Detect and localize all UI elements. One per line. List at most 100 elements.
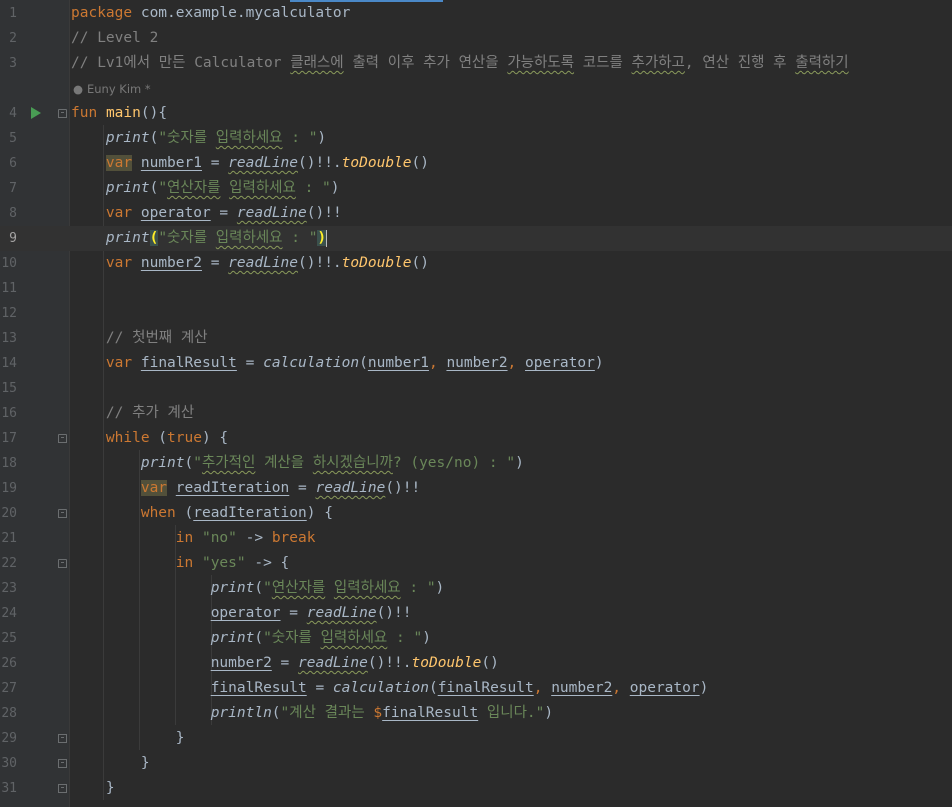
code-line[interactable]: 5 print("숫자를 입력하세요 : ")	[0, 126, 952, 151]
code-line[interactable]: 26 number2 = readLine()!!.toDouble()	[0, 651, 952, 676]
line-number: 31	[1, 781, 17, 796]
line-number: 1	[9, 6, 17, 21]
code-line[interactable]: 23 print("연산자를 입력하세요 : ")	[0, 576, 952, 601]
code-line[interactable]: 21 in "no" -> break	[0, 526, 952, 551]
line-number: 29	[1, 731, 17, 746]
line-number: 14	[1, 356, 17, 371]
line-number: 23	[1, 581, 17, 596]
line-number: 26	[1, 656, 17, 671]
line-number: 16	[1, 406, 17, 421]
fold-icon[interactable]	[58, 784, 67, 793]
code-line[interactable]: 16 // 추가 계산	[0, 401, 952, 426]
author-name: Euny Kim *	[87, 82, 151, 96]
text-cursor	[326, 229, 328, 247]
keyword: in	[175, 530, 194, 546]
code-line[interactable]: 8 var operator = readLine()!!	[0, 201, 952, 226]
variable: finalResult	[210, 680, 307, 696]
fold-icon[interactable]	[58, 509, 67, 518]
line-number: 13	[1, 331, 17, 346]
line-number: 17	[1, 431, 17, 446]
line-number: 21	[1, 531, 17, 546]
line-number: 30	[1, 756, 17, 771]
code-line[interactable]: 25 print("숫자를 입력하세요 : ")	[0, 626, 952, 651]
author-hint[interactable]: ● Euny Kim *	[73, 77, 151, 102]
line-number: 10	[1, 256, 17, 271]
keyword: var	[105, 205, 133, 221]
line-number: 15	[1, 381, 17, 396]
code-line[interactable]: 28 println("계산 결과는 $finalResult 입니다.")	[0, 701, 952, 726]
code-line[interactable]: 14 var finalResult = calculation(number1…	[0, 351, 952, 376]
line-number: 4	[9, 106, 17, 121]
code-line[interactable]: 30 }	[0, 751, 952, 776]
code-line[interactable]: 7 print("연산자를 입력하세요 : ")	[0, 176, 952, 201]
run-icon[interactable]	[31, 107, 41, 119]
code-line[interactable]: 31 }	[0, 776, 952, 801]
keyword: var	[105, 255, 133, 271]
code-line[interactable]: 19 var readIteration = readLine()!!	[0, 476, 952, 501]
keyword: fun	[71, 105, 98, 121]
matched-paren: )	[317, 230, 327, 246]
comment: // 추가 계산	[105, 405, 195, 421]
line-number: 24	[1, 606, 17, 621]
code-line[interactable]: 18 print("추가적인 계산을 하시겠습니까? (yes/no) : ")	[0, 451, 952, 476]
line-number: 19	[1, 481, 17, 496]
line-number: 6	[9, 156, 17, 171]
code-line[interactable]: 6 var number1 = readLine()!!.toDouble()	[0, 151, 952, 176]
keyword: var	[105, 355, 133, 371]
line-number: 22	[1, 556, 17, 571]
fold-icon[interactable]	[58, 734, 67, 743]
line-number: 9	[9, 231, 17, 246]
variable: number2	[210, 655, 272, 671]
line-number: 25	[1, 631, 17, 646]
fold-icon[interactable]	[58, 109, 67, 118]
keyword: when	[140, 505, 176, 521]
line-number: 11	[1, 281, 17, 296]
variable: number1	[140, 155, 202, 171]
code-line[interactable]: 3 // Lv1에서 만든 Calculator 클래스에 출력 이후 추가 연…	[0, 51, 952, 76]
line-number: 28	[1, 706, 17, 721]
code-line[interactable]: 11	[0, 276, 952, 301]
code-line[interactable]: 10 var number2 = readLine()!!.toDouble()	[0, 251, 952, 276]
code-line[interactable]: 13 // 첫번째 계산	[0, 326, 952, 351]
fold-icon[interactable]	[58, 434, 67, 443]
line-number: 20	[1, 506, 17, 521]
code-line-current[interactable]: 9 print("숫자를 입력하세요 : ")	[0, 226, 952, 251]
code-line[interactable]: 2 // Level 2	[0, 26, 952, 51]
package-name: com.example.mycalculator	[132, 5, 351, 21]
line-number: 27	[1, 681, 17, 696]
variable: number2	[140, 255, 202, 271]
keyword: var	[140, 480, 168, 496]
code-line[interactable]: 24 operator = readLine()!!	[0, 601, 952, 626]
code-line[interactable]: 27 finalResult = calculation(finalResult…	[0, 676, 952, 701]
code-line[interactable]: 12	[0, 301, 952, 326]
keyword: var	[105, 155, 133, 171]
keyword: in	[175, 555, 194, 571]
variable: operator	[140, 205, 211, 221]
variable: finalResult	[140, 355, 237, 371]
fold-icon[interactable]	[58, 559, 67, 568]
keyword: while	[105, 430, 150, 446]
line-number: 18	[1, 456, 17, 471]
code-line[interactable]: 4 fun main(){	[0, 101, 952, 126]
code-line[interactable]: 15	[0, 376, 952, 401]
comment: // 첫번째 계산	[105, 330, 208, 346]
line-number: 12	[1, 306, 17, 321]
line-number: 3	[9, 56, 17, 71]
code-line[interactable]: 1 package com.example.mycalculator	[0, 1, 952, 26]
fold-icon[interactable]	[58, 759, 67, 768]
line-number: 7	[9, 181, 17, 196]
line-number: 8	[9, 206, 17, 221]
variable: operator	[210, 605, 281, 621]
comment: // Lv1에서 만든 Calculator 클래스에 출력 이후 추가 연산을…	[71, 55, 849, 71]
line-number: 2	[9, 31, 17, 46]
line-number: 5	[9, 131, 17, 146]
code-line[interactable]: 29 }	[0, 726, 952, 751]
comment: // Level 2	[71, 30, 159, 46]
code-line[interactable]: 22 in "yes" -> {	[0, 551, 952, 576]
variable: readIteration	[175, 480, 290, 496]
keyword: package	[71, 5, 133, 21]
person-icon: ●	[73, 82, 84, 96]
code-line[interactable]: 20 when (readIteration) {	[0, 501, 952, 526]
function-name: main	[105, 105, 141, 121]
code-line[interactable]: 17 while (true) {	[0, 426, 952, 451]
